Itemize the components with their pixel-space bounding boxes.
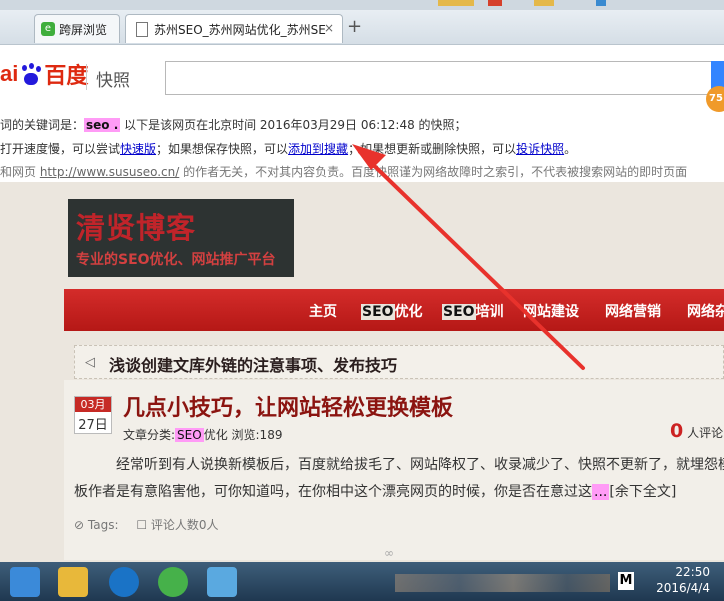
nav-marketing[interactable]: 网络营销 bbox=[605, 301, 661, 321]
nav-home[interactable]: 主页 bbox=[309, 301, 337, 321]
nav-seo-training[interactable]: SEO培训 bbox=[442, 301, 504, 321]
nav-web-building[interactable]: 网站建设 bbox=[523, 301, 579, 321]
nav-seo-optimization[interactable]: SEO优化 bbox=[361, 301, 423, 321]
comments-text[interactable]: 评论人数0人 bbox=[151, 518, 219, 532]
keyword-highlight: ... bbox=[592, 484, 610, 500]
blog-title: 清贤博客 bbox=[76, 211, 197, 245]
k-browser-icon[interactable] bbox=[109, 567, 139, 597]
nav-label: 网络杂 bbox=[687, 304, 724, 320]
product-label: 快照 bbox=[96, 71, 130, 91]
nav-keyword-highlight: SEO bbox=[442, 304, 476, 320]
comment-count[interactable]: 0 人评论 bbox=[670, 420, 723, 442]
e-browser-icon[interactable] bbox=[158, 567, 188, 597]
notice-link[interactable]: 浅谈创建文库外链的注意事项、发布技巧 bbox=[109, 352, 397, 376]
read-more-link[interactable]: [余下全文] bbox=[609, 484, 676, 500]
folder-icon[interactable] bbox=[58, 567, 88, 597]
baidu-logo[interactable]: ai 百度 bbox=[0, 58, 88, 90]
tag-icon: ⊘ bbox=[74, 518, 85, 532]
nav-label: 培训 bbox=[475, 304, 504, 320]
keyword-highlight: SEO bbox=[175, 428, 204, 442]
site-nav: 主页 SEO优化 SEO培训 网站建设 网络营销 网络杂 bbox=[64, 289, 724, 331]
info-text: 。 bbox=[564, 142, 577, 156]
clock[interactable]: 22:50 2016/4/4 bbox=[654, 564, 710, 596]
section-divider: ∞ bbox=[384, 546, 394, 560]
bookmark-item[interactable] bbox=[438, 0, 474, 6]
bookmark-item[interactable] bbox=[596, 0, 606, 6]
clock-time: 22:50 bbox=[675, 565, 710, 579]
close-icon[interactable]: × bbox=[324, 21, 334, 35]
tags-label: Tags: bbox=[87, 518, 119, 532]
snapshot-actions-line: 打开速度慢，可以尝试快速版；如果想保存快照，可以添加到搜藏；如果想更新或删除快照… bbox=[0, 140, 576, 157]
tab-label: 苏州SEO_苏州网站优化_苏州SE bbox=[154, 22, 326, 37]
keyword-highlight: seo . bbox=[84, 118, 121, 132]
taskbar-tray-blur bbox=[395, 574, 610, 592]
blog-banner[interactable]: 清贤博客 专业的SEO优化、网站推广平台 bbox=[68, 199, 294, 277]
speed-badge[interactable]: 75 bbox=[706, 86, 724, 112]
info-text: 词的关键词是： bbox=[0, 118, 85, 132]
search-input[interactable] bbox=[165, 61, 715, 95]
date-badge: 03月 27日 bbox=[74, 396, 112, 434]
green-e-icon: e bbox=[41, 22, 55, 36]
meta-text: 文章分类: bbox=[123, 428, 176, 442]
tab-split-browse[interactable]: e 跨屏浏览 bbox=[34, 14, 120, 43]
comment-icon: ☐ bbox=[136, 518, 148, 532]
blog-subtitle: 专业的SEO优化、网站推广平台 bbox=[76, 252, 276, 268]
info-text: 和网页 bbox=[0, 165, 40, 179]
paw-icon bbox=[20, 63, 42, 85]
date-month: 03月 bbox=[75, 397, 111, 412]
article-footer: ⊘ Tags: ☐ 评论人数0人 bbox=[74, 516, 219, 533]
tab-label: 跨屏浏览 bbox=[59, 22, 108, 37]
nav-misc[interactable]: 网络杂 bbox=[687, 301, 724, 321]
start-icon[interactable] bbox=[10, 567, 40, 597]
new-tab-button[interactable]: + bbox=[347, 16, 362, 37]
nav-keyword-highlight: SEO bbox=[361, 304, 395, 320]
bookmark-item[interactable] bbox=[488, 0, 502, 6]
speaker-icon: ◁ bbox=[85, 355, 95, 370]
page-icon bbox=[136, 21, 148, 37]
add-favorites-link[interactable]: 添加到搜藏 bbox=[288, 142, 348, 156]
article-excerpt: 经常听到有人说换新模板后，百度就给拔毛了、网站降权了、收录减少了、快照不更新了，… bbox=[74, 452, 724, 506]
bookmark-strip bbox=[0, 0, 724, 10]
header-divider bbox=[86, 64, 87, 90]
disclaimer-line: 和网页 http://www.sususeo.cn/ 的作者无关，不对其内容负责… bbox=[0, 163, 687, 180]
clock-date: 2016/4/4 bbox=[656, 581, 710, 595]
tab-active-page[interactable]: 苏州SEO_苏州网站优化_苏州SE × bbox=[125, 14, 343, 43]
info-text: ；如果想更新或删除快照，可以 bbox=[348, 142, 517, 156]
snapshot-info-line: 词的关键词是： seo . 以下是该网页在北京时间 2016年03月29日 06:… bbox=[0, 116, 467, 133]
notice-bar: ◁ 浅谈创建文库外链的注意事项、发布技巧 bbox=[74, 345, 724, 379]
nav-label: 主页 bbox=[309, 304, 337, 320]
source-url-link[interactable]: http://www.sususeo.cn/ bbox=[40, 165, 179, 179]
m-tray-icon[interactable]: M bbox=[618, 572, 634, 590]
fast-version-link[interactable]: 快速版 bbox=[120, 142, 156, 156]
nav-label: 网络营销 bbox=[605, 304, 661, 320]
info-text: ；如果想保存快照，可以 bbox=[156, 142, 289, 156]
logo-text-right: 百度 bbox=[44, 63, 89, 88]
app-icon[interactable] bbox=[207, 567, 237, 597]
article-meta: 文章分类: SEO 优化 浏览:189 bbox=[123, 426, 282, 443]
info-text: 以下是该网页在北京时间 2016年03月29日 06:12:48 的快照； bbox=[124, 118, 467, 132]
comment-label: 人评论 bbox=[687, 426, 724, 440]
report-snapshot-link[interactable]: 投诉快照 bbox=[516, 142, 564, 156]
taskbar: M 22:50 2016/4/4 bbox=[0, 562, 724, 601]
info-text: 的作者无关，不对其内容负责。百度快照谨为网络故障时之索引，不代表被搜索网站的即时… bbox=[179, 165, 688, 179]
nav-label: 优化 bbox=[394, 304, 423, 320]
bookmark-item[interactable] bbox=[534, 0, 554, 6]
logo-text-left: ai bbox=[0, 61, 19, 86]
comment-number: 0 bbox=[670, 420, 684, 442]
info-text: 打开速度慢，可以尝试 bbox=[0, 142, 121, 156]
date-day: 27日 bbox=[78, 418, 108, 433]
article-title[interactable]: 几点小技巧，让网站轻松更换模板 bbox=[123, 390, 453, 422]
nav-label: 网站建设 bbox=[523, 304, 579, 320]
meta-text: 优化 浏览:189 bbox=[203, 428, 283, 442]
